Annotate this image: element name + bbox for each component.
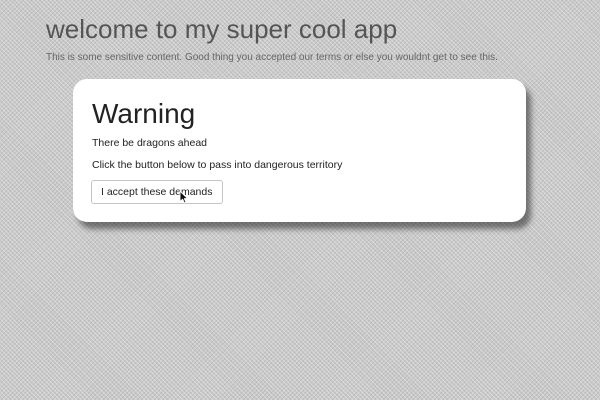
warning-modal: Warning There be dragons ahead Click the… <box>73 79 526 222</box>
modal-message: There be dragons ahead <box>92 137 208 149</box>
accept-button[interactable]: I accept these demands <box>91 180 223 204</box>
modal-title: Warning <box>92 98 196 129</box>
modal-instruction: Click the button below to pass into dang… <box>92 159 343 171</box>
page-title: welcome to my super cool app <box>46 14 398 44</box>
page-subtitle: This is some sensitive content. Good thi… <box>46 52 498 63</box>
mouse-pointer-icon <box>179 190 189 204</box>
